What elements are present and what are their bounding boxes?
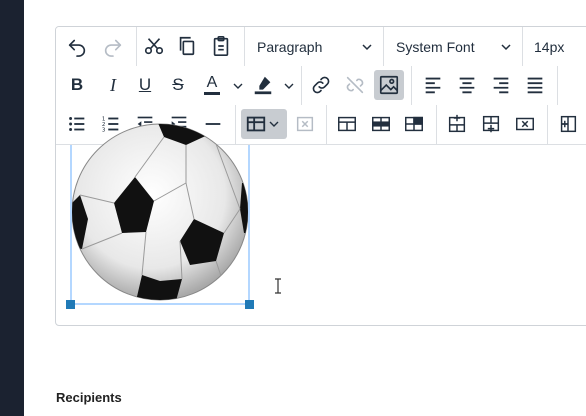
strikethrough-label: S (172, 75, 184, 94)
block-format-value: Paragraph (257, 38, 323, 55)
align-justify-icon (527, 77, 543, 94)
highlighter-icon (254, 76, 272, 95)
table-icon (246, 116, 266, 132)
resize-handle-bottom-left[interactable] (66, 300, 75, 309)
insert-row-before-button[interactable] (442, 109, 472, 139)
image-icon (379, 75, 399, 95)
text-color-button[interactable]: A (197, 70, 227, 100)
align-justify-button[interactable] (520, 70, 550, 100)
chevron-down-icon (501, 44, 511, 51)
undo-icon (68, 39, 86, 57)
copy-icon (179, 36, 195, 56)
italic-button[interactable]: I (98, 70, 128, 100)
insert-column-icon (560, 115, 577, 133)
redo-icon (104, 39, 122, 57)
toolbar-separator (436, 105, 437, 144)
cut-button[interactable] (139, 31, 169, 61)
table-row-icon (372, 116, 390, 132)
unlink-button[interactable] (340, 70, 370, 100)
table-cell-icon (338, 116, 356, 132)
image-selection-frame (66, 123, 254, 309)
toolbar-separator (411, 66, 412, 105)
editor-content-area[interactable] (56, 123, 586, 325)
toolbar-separator (557, 66, 558, 105)
soccer-ball-image[interactable] (72, 123, 248, 301)
insert-row-after-icon (482, 115, 500, 133)
font-family-value: System Font (396, 38, 475, 55)
toolbar-row-2: B I U S A (56, 66, 586, 106)
toolbar-separator (326, 105, 327, 144)
undo-button[interactable] (62, 31, 92, 61)
table-row-props-button[interactable] (366, 109, 396, 139)
highlight-color-button[interactable] (248, 70, 278, 100)
left-dark-bar (0, 0, 24, 416)
align-right-icon (493, 77, 509, 94)
rich-text-editor: Paragraph System Font 14px B I U S A 1 2… (55, 26, 586, 326)
align-left-icon (425, 77, 441, 94)
unlink-icon (346, 76, 364, 94)
font-size-dropdown[interactable]: 14px (523, 27, 586, 66)
insert-column-button[interactable] (553, 109, 583, 139)
underline-label: U (138, 75, 152, 94)
clipboard-icon (213, 36, 229, 56)
chevron-down-icon[interactable] (233, 82, 243, 90)
table-props-button[interactable] (332, 109, 362, 139)
italic-label: I (110, 74, 116, 95)
bold-button[interactable]: B (62, 70, 92, 100)
align-center-button[interactable] (452, 70, 482, 100)
align-center-icon (459, 77, 475, 94)
chevron-down-icon (269, 121, 279, 127)
align-left-button[interactable] (418, 70, 448, 100)
align-right-button[interactable] (486, 70, 516, 100)
font-family-dropdown[interactable]: System Font (384, 27, 522, 66)
toolbar-separator (136, 27, 137, 66)
font-size-value: 14px (534, 38, 565, 55)
block-format-dropdown[interactable]: Paragraph (245, 27, 383, 66)
bold-label: B (70, 75, 84, 94)
insert-row-before-icon (448, 114, 466, 133)
copy-button[interactable] (172, 31, 202, 61)
table-cell-props-icon (405, 116, 423, 132)
delete-table-button[interactable] (290, 109, 320, 139)
text-color-swatch (204, 92, 220, 95)
link-icon (312, 76, 330, 94)
table-cell-props-button[interactable] (399, 109, 429, 139)
toolbar-row-1: Paragraph System Font 14px (56, 27, 586, 67)
paste-button[interactable] (206, 31, 236, 61)
delete-table-icon (296, 116, 314, 132)
delete-row-button[interactable] (510, 109, 540, 139)
redo-button[interactable] (98, 31, 128, 61)
text-cursor-icon (275, 278, 281, 294)
scissors-icon (144, 38, 164, 55)
insert-link-button[interactable] (306, 70, 336, 100)
chevron-down-icon (362, 44, 372, 51)
toolbar-separator (301, 66, 302, 105)
recipients-label: Recipients (56, 390, 122, 405)
insert-image-button[interactable] (374, 70, 404, 100)
text-color-label: A (206, 74, 218, 91)
delete-row-icon (516, 117, 534, 131)
resize-handle-bottom-right[interactable] (245, 300, 254, 309)
strikethrough-button[interactable]: S (163, 70, 193, 100)
toolbar-separator (547, 105, 548, 144)
insert-row-after-button[interactable] (476, 109, 506, 139)
chevron-down-icon[interactable] (284, 82, 294, 90)
underline-button[interactable]: U (130, 70, 160, 100)
